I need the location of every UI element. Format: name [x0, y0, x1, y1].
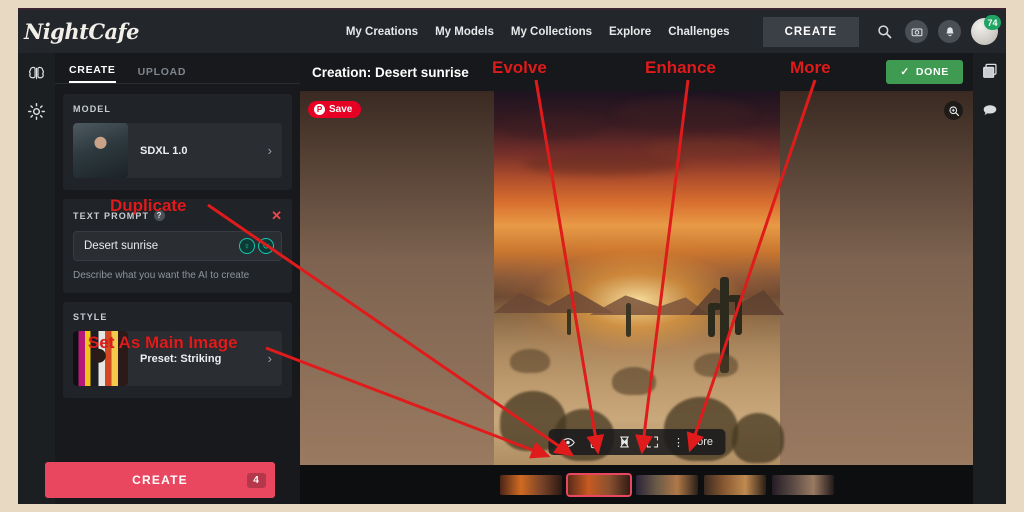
expand-icon[interactable] — [645, 435, 659, 449]
camera-icon[interactable] — [905, 20, 928, 43]
annotation-enhance: Enhance — [645, 58, 716, 77]
annotation-set-as-main-image: Set As Main Image — [88, 333, 238, 352]
chevron-right-icon: › — [267, 351, 272, 366]
prompt-input-wrap[interactable]: Desert sunrise ♀ ↻ — [73, 231, 282, 261]
chevron-right-icon: › — [267, 143, 272, 158]
search-icon[interactable] — [873, 21, 895, 43]
thumbnail-filmstrip — [300, 465, 973, 504]
create-button-topbar[interactable]: CREATE — [762, 16, 859, 47]
image-action-toolbar: ⋮ More — [547, 429, 726, 455]
nightcafe-logo[interactable]: NightCafe — [24, 19, 140, 44]
nav-item-my-models[interactable]: My Models — [435, 26, 494, 38]
filmstrip-item[interactable] — [704, 474, 766, 495]
duplicate-icon[interactable] — [589, 435, 603, 449]
panel-tabs: CREATE UPLOAD — [55, 53, 300, 84]
top-nav-links: My Creations My Models My Collections Ex… — [346, 16, 859, 47]
app-root: NightCafe My Creations My Models My Coll… — [0, 0, 1024, 512]
top-navigation-bar: NightCafe My Creations My Models My Coll… — [18, 8, 1006, 53]
done-button[interactable]: ✓ DONE — [886, 60, 963, 84]
pinterest-icon: P — [314, 104, 325, 115]
prompt-action-icons: ♀ ↻ — [239, 238, 274, 254]
image-stage: P Save ⋮ More — [300, 91, 973, 465]
filmstrip-item[interactable] — [636, 474, 698, 495]
close-icon[interactable]: ✕ — [271, 209, 282, 222]
creation-image[interactable] — [493, 91, 785, 465]
credits-badge: 74 — [984, 15, 1001, 30]
pin-save-label: Save — [329, 104, 353, 115]
more-button[interactable]: ⋮ More — [673, 436, 713, 449]
gear-icon[interactable] — [27, 101, 47, 121]
prompt-input[interactable]: Desert sunrise — [84, 240, 158, 252]
create-button-panel[interactable]: CREATE 4 — [45, 462, 275, 498]
brain-icon[interactable] — [27, 63, 47, 83]
tab-upload[interactable]: UPLOAD — [138, 66, 187, 83]
more-label: More — [687, 436, 714, 448]
tab-create[interactable]: CREATE — [69, 64, 116, 83]
filmstrip-item[interactable] — [772, 474, 834, 495]
check-icon: ✓ — [900, 66, 910, 78]
left-icon-rail — [18, 53, 55, 504]
right-icon-rail — [973, 53, 1006, 504]
model-card: MODEL SDXL 1.0 › — [63, 94, 292, 190]
page-title: Creation: Desert sunrise — [312, 64, 469, 80]
annotation-duplicate: Duplicate — [110, 196, 187, 215]
prompt-hint: Describe what you want the AI to create — [73, 270, 250, 281]
model-thumbnail — [73, 123, 128, 178]
app-frame: NightCafe My Creations My Models My Coll… — [18, 8, 1006, 504]
create-count-badge: 4 — [247, 472, 266, 488]
top-bar-icons: 74 — [873, 15, 1001, 45]
creation-header: Creation: Desert sunrise ✓ DONE — [300, 53, 973, 91]
kebab-menu-icon: ⋮ — [672, 436, 684, 449]
model-selector[interactable]: SDXL 1.0 › — [73, 123, 282, 178]
eye-icon[interactable] — [560, 435, 575, 450]
create-button-label: CREATE — [132, 473, 188, 487]
nav-item-explore[interactable]: Explore — [609, 26, 651, 38]
style-section-label: STYLE — [73, 312, 108, 322]
stacked-images-icon[interactable] — [980, 61, 1000, 81]
zoom-icon[interactable] — [944, 101, 963, 120]
pinterest-save-button[interactable]: P Save — [308, 101, 362, 118]
avatar[interactable]: 74 — [971, 15, 1001, 45]
create-panel: CREATE UPLOAD MODEL SDXL 1.0 › TEXT PROM… — [55, 53, 300, 504]
magic-prompt-icon[interactable]: ♀ — [239, 238, 255, 254]
done-label: DONE — [915, 66, 949, 78]
nav-item-my-collections[interactable]: My Collections — [511, 26, 592, 38]
refresh-prompt-icon[interactable]: ↻ — [258, 238, 274, 254]
model-value: SDXL 1.0 — [140, 144, 188, 157]
nav-item-my-creations[interactable]: My Creations — [346, 26, 418, 38]
annotation-evolve: Evolve — [492, 58, 547, 77]
style-value: Preset: Striking — [140, 352, 222, 365]
chat-bubble-icon[interactable] — [980, 101, 1000, 121]
nav-item-challenges[interactable]: Challenges — [668, 26, 729, 38]
hourglass-icon[interactable] — [617, 435, 631, 449]
filmstrip-item[interactable] — [566, 472, 632, 497]
filmstrip-item[interactable] — [500, 474, 562, 495]
annotation-more: More — [790, 58, 831, 77]
model-section-label: MODEL — [73, 104, 111, 114]
bell-icon[interactable] — [938, 20, 961, 43]
main-content: Creation: Desert sunrise ✓ DONE P Save ⋮… — [300, 53, 973, 504]
